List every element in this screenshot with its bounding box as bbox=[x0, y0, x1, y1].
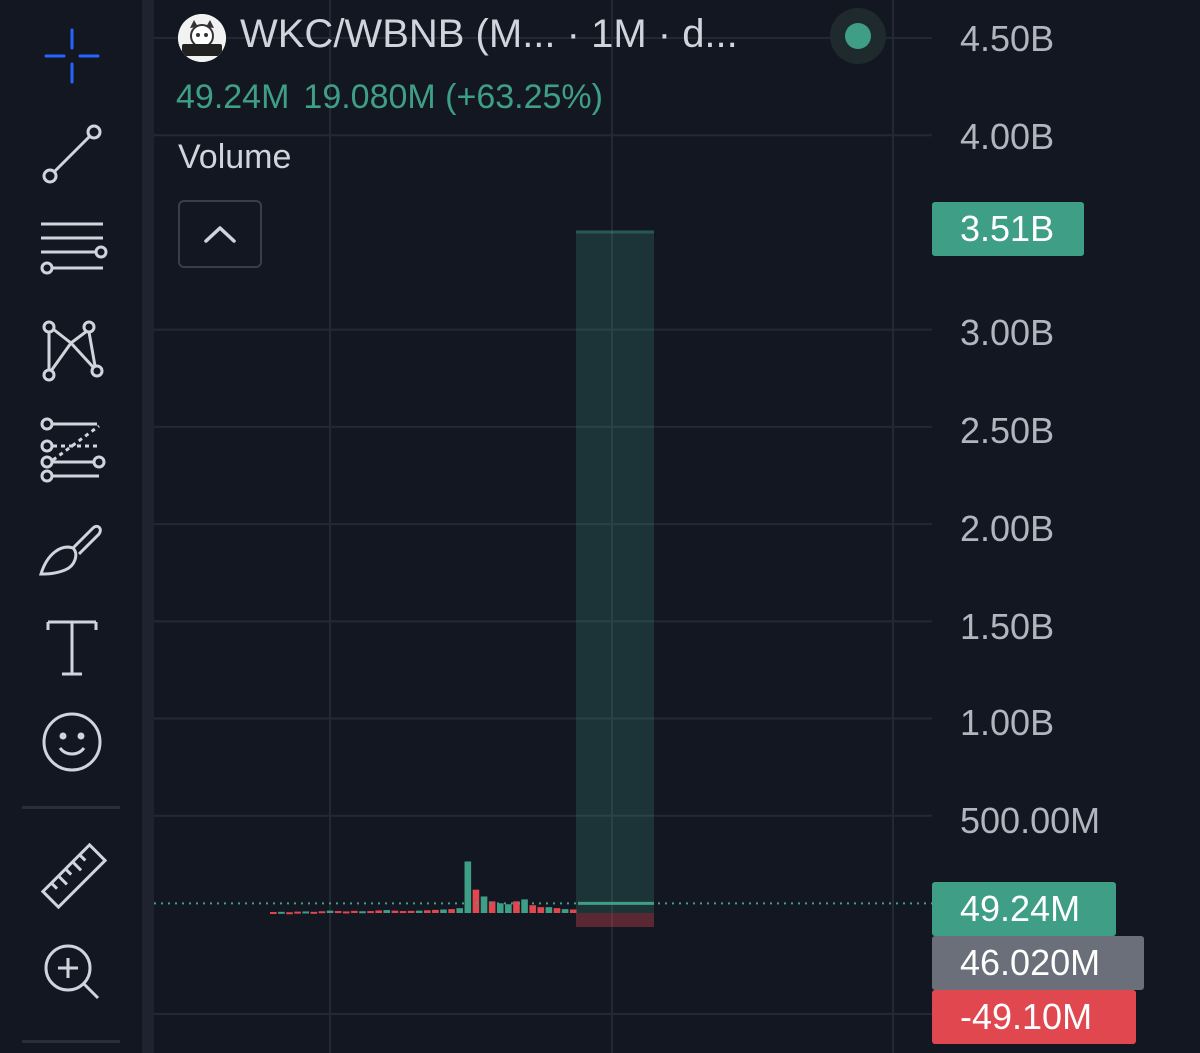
volume-bar bbox=[553, 908, 561, 913]
volume-bar bbox=[270, 912, 277, 915]
volume-bar bbox=[456, 908, 464, 913]
axis-label: 2.00B bbox=[960, 508, 1055, 549]
volume-bar bbox=[569, 909, 577, 913]
current-volume-tag: 49.24M bbox=[932, 882, 1116, 936]
volume-change: 19.080M (+63.25%) bbox=[303, 78, 603, 116]
volume-bar bbox=[294, 911, 301, 914]
axis-label: 2.50B bbox=[960, 410, 1055, 451]
volume-bar bbox=[480, 896, 488, 913]
volume-bar bbox=[286, 912, 293, 915]
volume-bar bbox=[415, 910, 423, 913]
axis-label: 4.00B bbox=[960, 116, 1055, 157]
volume-bar bbox=[278, 911, 285, 914]
volume-bar bbox=[529, 905, 536, 913]
market-status-indicator[interactable] bbox=[830, 8, 886, 64]
status-dot-icon bbox=[845, 23, 871, 49]
volume-bar bbox=[464, 861, 472, 913]
volume-bar bbox=[576, 230, 654, 913]
negative-volume-bar bbox=[576, 913, 654, 927]
previous-volume-tag: 46.020M bbox=[932, 936, 1144, 990]
axis-label: 500.00M bbox=[960, 800, 1101, 841]
volume-bar bbox=[399, 911, 407, 914]
negative-volume-tag: -49.10M bbox=[932, 990, 1136, 1044]
volume-bar bbox=[302, 911, 310, 914]
volume-bar bbox=[537, 907, 545, 913]
volume-bar bbox=[440, 909, 447, 913]
volume-bar bbox=[391, 910, 399, 913]
volume-bar bbox=[318, 911, 326, 914]
volume-bar bbox=[375, 910, 382, 913]
axis-label: 4.50B bbox=[960, 18, 1055, 59]
volume-bar bbox=[407, 910, 415, 913]
volume-bar bbox=[496, 903, 504, 913]
axis-label: 3.00B bbox=[960, 312, 1055, 353]
volume-bar bbox=[472, 889, 480, 913]
axis-label: 1.00B bbox=[960, 702, 1055, 743]
peak-volume-tag: 3.51B bbox=[932, 202, 1084, 256]
chevron-up-icon bbox=[204, 226, 236, 243]
axis-label: 1.50B bbox=[960, 606, 1055, 647]
indicator-label[interactable]: Volume bbox=[178, 138, 291, 177]
volume-bar bbox=[448, 909, 455, 913]
volume-bar bbox=[424, 910, 431, 913]
volume-bar bbox=[342, 911, 350, 914]
token-logo bbox=[178, 14, 226, 62]
volume-value: 49.24M bbox=[176, 78, 290, 116]
legend-values: 49.24M 19.080M (+63.25%) bbox=[176, 78, 617, 117]
volume-bar bbox=[432, 909, 439, 913]
volume-bar bbox=[545, 907, 553, 913]
volume-bar bbox=[561, 909, 569, 913]
volume-bar bbox=[367, 911, 374, 914]
volume-bar bbox=[359, 911, 366, 914]
volume-bar bbox=[383, 910, 391, 913]
volume-bar bbox=[310, 911, 318, 914]
symbol-title[interactable]: WKC/WBNB (M... · 1M · d... bbox=[240, 12, 738, 57]
collapse-button[interactable] bbox=[178, 200, 262, 268]
volume-bar bbox=[351, 910, 358, 913]
volume-bar bbox=[488, 901, 496, 913]
volume-bar-top bbox=[576, 230, 654, 234]
volume-bar bbox=[521, 899, 528, 913]
volume-bar bbox=[334, 911, 342, 914]
volume-bar bbox=[326, 910, 334, 913]
volume-bar bbox=[505, 904, 512, 913]
